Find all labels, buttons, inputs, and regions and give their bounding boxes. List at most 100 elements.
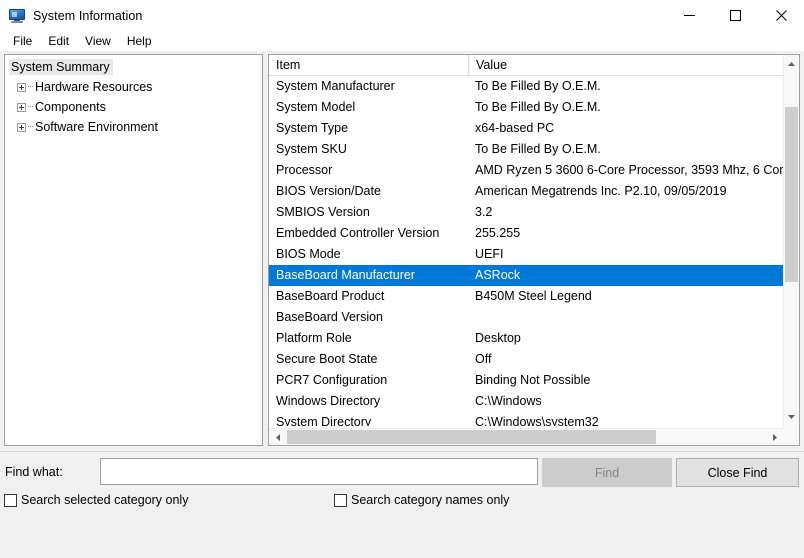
tree-connector-icon — [28, 86, 33, 88]
cell-item: System Model — [276, 100, 356, 114]
tree-item-components[interactable]: Components — [5, 97, 262, 117]
table-row[interactable]: Platform Role Desktop — [269, 328, 783, 349]
column-header-item[interactable]: Item — [269, 55, 468, 76]
cell-item: SMBIOS Version — [276, 205, 370, 219]
cell-value: To Be Filled By O.E.M. — [475, 142, 601, 156]
table-row[interactable]: System Type x64-based PC — [269, 118, 783, 139]
window-controls — [666, 0, 804, 31]
cell-value: 255.255 — [475, 226, 521, 240]
search-selected-category-label: Search selected category only — [21, 493, 189, 507]
search-category-names-checkbox-row[interactable]: Search category names only — [334, 493, 509, 507]
category-tree-panel[interactable]: System Summary Hardware Resources Compon… — [4, 54, 263, 446]
table-row[interactable]: BaseBoard Version — [269, 307, 783, 328]
table-row[interactable]: BaseBoard Product B450M Steel Legend — [269, 286, 783, 307]
scroll-right-icon[interactable] — [766, 429, 783, 445]
vertical-scrollbar-thumb[interactable] — [785, 107, 798, 282]
cell-item: Platform Role — [276, 331, 352, 345]
table-row[interactable]: Processor AMD Ryzen 5 3600 6-Core Process… — [269, 160, 783, 181]
tree-connector-icon — [28, 106, 33, 108]
tree-item-label: Components — [35, 100, 106, 114]
cell-value: B450M Steel Legend — [475, 289, 592, 303]
cell-item: System Manufacturer — [276, 79, 395, 93]
expand-plus-icon[interactable] — [17, 82, 26, 92]
cell-value: To Be Filled By O.E.M. — [475, 79, 601, 93]
table-row[interactable]: SMBIOS Version 3.2 — [269, 202, 783, 223]
maximize-button[interactable] — [712, 0, 758, 31]
menu-item-view[interactable]: View — [77, 32, 119, 50]
close-find-button[interactable]: Close Find — [676, 458, 799, 487]
menu-bar: File Edit View Help — [0, 31, 804, 51]
cell-item: BaseBoard Version — [276, 310, 384, 324]
column-header-value[interactable]: Value — [468, 55, 799, 76]
find-input[interactable] — [100, 458, 538, 485]
search-selected-category-checkbox[interactable] — [4, 493, 17, 507]
list-horizontal-scrollbar[interactable] — [269, 428, 783, 445]
scrollbar-corner — [783, 428, 799, 445]
menu-item-help[interactable]: Help — [119, 32, 160, 50]
tree-item-software-environment[interactable]: Software Environment — [5, 117, 262, 137]
tree-item-label: System Summary — [9, 59, 113, 75]
table-row[interactable]: System Model To Be Filled By O.E.M. — [269, 97, 783, 118]
tree-connector-icon — [28, 126, 33, 128]
cell-value: Desktop — [475, 331, 521, 345]
table-row[interactable]: Secure Boot State Off — [269, 349, 783, 370]
details-list-panel[interactable]: Item Value System Manufacturer To Be Fill… — [268, 54, 800, 446]
tree-item-label: Hardware Resources — [35, 80, 153, 94]
tree-item-label: Software Environment — [35, 120, 158, 134]
menu-item-file[interactable]: File — [5, 32, 40, 50]
expand-plus-icon[interactable] — [17, 102, 26, 112]
cell-item: Embedded Controller Version — [276, 226, 440, 240]
cell-value: C:\Windows\system32 — [475, 415, 599, 426]
horizontal-scrollbar-thumb[interactable] — [287, 430, 656, 444]
close-button[interactable] — [758, 0, 804, 31]
table-row[interactable]: Embedded Controller Version 255.255 — [269, 223, 783, 244]
cell-value: AMD Ryzen 5 3600 6-Core Processor, 3593 … — [475, 163, 783, 177]
cell-item: System SKU — [276, 142, 347, 156]
menu-item-edit[interactable]: Edit — [40, 32, 77, 50]
search-category-names-label: Search category names only — [351, 493, 510, 507]
table-row[interactable]: BIOS Version/Date American Megatrends Inc… — [269, 181, 783, 202]
table-row[interactable]: BIOS Mode UEFI — [269, 244, 783, 265]
cell-value: x64-based PC — [475, 121, 555, 135]
tree-item-system-summary[interactable]: System Summary — [5, 57, 262, 77]
scroll-down-icon[interactable] — [784, 408, 799, 425]
cell-value: Off — [475, 352, 492, 366]
cell-item: BIOS Version/Date — [276, 184, 381, 198]
window-title: System Information — [33, 8, 143, 23]
search-selected-category-checkbox-row[interactable]: Search selected category only — [4, 493, 188, 507]
cell-item: BaseBoard Product — [276, 289, 385, 303]
table-row[interactable]: BaseBoard Manufacturer ASRock — [269, 265, 783, 286]
table-row[interactable]: System Directory C:\Windows\system32 — [269, 412, 783, 426]
scroll-left-icon[interactable] — [269, 429, 286, 445]
cell-item: System Directory — [276, 415, 372, 426]
cell-item: Secure Boot State — [276, 352, 378, 366]
table-row[interactable]: System Manufacturer To Be Filled By O.E.M… — [269, 76, 783, 97]
search-category-names-checkbox[interactable] — [334, 493, 347, 507]
cell-item: Processor — [276, 163, 333, 177]
scroll-up-icon[interactable] — [784, 55, 799, 72]
title-bar: System Information — [0, 0, 804, 31]
cell-value: ASRock — [475, 268, 521, 282]
cell-item: System Type — [276, 121, 349, 135]
cell-item: Windows Directory — [276, 394, 381, 408]
cell-item: BaseBoard Manufacturer — [276, 268, 415, 282]
cell-value: C:\Windows — [475, 394, 542, 408]
find-what-label: Find what: — [5, 465, 63, 479]
table-row[interactable]: PCR7 Configuration Binding Not Possible — [269, 370, 783, 391]
find-button[interactable]: Find — [542, 458, 672, 487]
list-column-header: Item Value — [269, 55, 799, 76]
cell-item: PCR7 Configuration — [276, 373, 388, 387]
minimize-button[interactable] — [666, 0, 712, 31]
tree-item-hardware-resources[interactable]: Hardware Resources — [5, 77, 262, 97]
table-row[interactable]: System SKU To Be Filled By O.E.M. — [269, 139, 783, 160]
cell-value: 3.2 — [475, 205, 493, 219]
table-row[interactable]: Windows Directory C:\Windows — [269, 391, 783, 412]
cell-value: American Megatrends Inc. P2.10, 09/05/20… — [475, 184, 727, 198]
list-vertical-scrollbar[interactable] — [783, 55, 799, 445]
computer-monitor-icon — [9, 8, 25, 24]
find-bar: Find what: Find Close Find Search select… — [0, 451, 804, 558]
cell-value — [475, 307, 783, 328]
client-area: System Summary Hardware Resources Compon… — [0, 51, 804, 558]
cell-item: BIOS Mode — [276, 247, 341, 261]
expand-plus-icon[interactable] — [17, 122, 26, 132]
